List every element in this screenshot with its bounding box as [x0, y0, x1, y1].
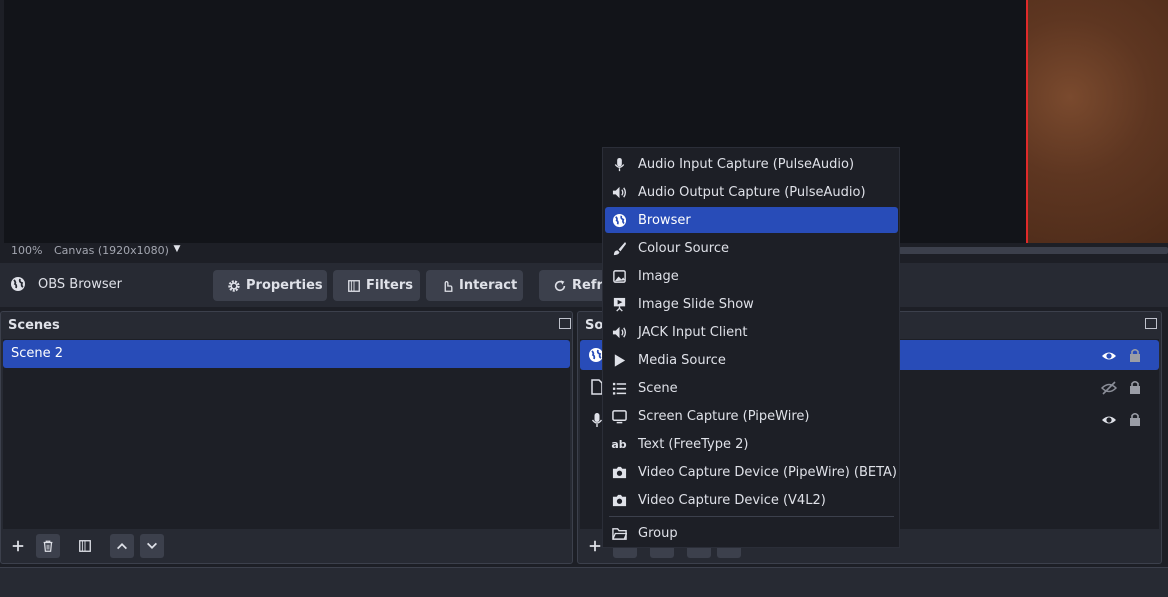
trash-icon	[43, 540, 53, 552]
move-scene-up-button[interactable]	[110, 534, 134, 558]
canvas-size-label: Canvas (1920x1080)	[54, 244, 169, 257]
filters-button[interactable]: Filters	[333, 270, 420, 301]
scene-filters-button[interactable]	[73, 534, 97, 558]
globe-icon	[10, 276, 26, 292]
status-bar	[0, 567, 1168, 597]
menu-item-label: JACK Input Client	[638, 325, 748, 340]
add-scene-button[interactable]	[6, 534, 30, 558]
speaker-icon	[611, 184, 627, 200]
remove-scene-button[interactable]	[36, 534, 60, 558]
menu-item-label: Scene	[638, 381, 678, 396]
selected-source-name: OBS Browser	[38, 277, 122, 292]
filter-icon	[79, 540, 91, 552]
menu-item-audio-input-capture[interactable]: Audio Input Capture (PulseAudio)	[605, 151, 898, 177]
scene-item-scene-2[interactable]: Scene 2	[3, 340, 570, 368]
menu-item-media-source[interactable]: Media Source	[605, 347, 898, 373]
preview-horizontal-scrollbar[interactable]	[899, 247, 1168, 254]
interact-button[interactable]: Interact	[426, 270, 523, 301]
scene-label: Scene 2	[11, 346, 64, 361]
scenes-dock: Scenes Scene 2	[0, 311, 573, 564]
globe-icon	[611, 212, 627, 228]
add-source-menu: Audio Input Capture (PulseAudio) Audio O…	[602, 147, 900, 548]
preview-status-bar: 100% Canvas (1920x1080) ▼	[4, 243, 1168, 260]
lock-icon[interactable]	[1127, 379, 1143, 399]
preview-source-image[interactable]	[1028, 0, 1168, 243]
source-context-toolbar: OBS Browser Properties Filters Interact …	[0, 263, 1168, 307]
menu-item-group[interactable]: Group	[605, 520, 898, 546]
chevron-down-icon[interactable]: ▼	[170, 244, 184, 258]
menu-item-image[interactable]: Image	[605, 263, 898, 289]
menu-item-text-freetype[interactable]: ab Text (FreeType 2)	[605, 431, 898, 457]
microphone-icon	[611, 156, 627, 172]
preview-left-edge	[0, 0, 4, 243]
undock-icon[interactable]	[559, 318, 571, 329]
visibility-eye-icon[interactable]	[1101, 348, 1117, 368]
visibility-eye-icon[interactable]	[1101, 412, 1117, 432]
lock-icon[interactable]	[1127, 411, 1143, 431]
hand-pointer-icon	[444, 280, 453, 292]
play-icon	[611, 352, 627, 368]
plus-icon	[12, 540, 24, 552]
properties-button[interactable]: Properties	[213, 270, 327, 301]
menu-item-label: Browser	[638, 213, 691, 228]
visibility-hidden-icon[interactable]	[1100, 380, 1118, 400]
menu-item-label: Image Slide Show	[638, 297, 754, 312]
properties-label: Properties	[246, 278, 323, 293]
preview-canvas[interactable]	[0, 0, 1168, 243]
plus-icon	[589, 540, 601, 552]
brush-icon	[611, 240, 627, 256]
menu-item-browser[interactable]: Browser	[605, 207, 898, 233]
menu-item-video-capture-v4l2[interactable]: Video Capture Device (V4L2)	[605, 487, 898, 513]
menu-item-label: Text (FreeType 2)	[638, 437, 749, 452]
menu-item-label: Video Capture Device (V4L2)	[638, 493, 826, 508]
menu-item-label: Screen Capture (PipeWire)	[638, 409, 810, 424]
scenes-title: Scenes	[8, 318, 60, 333]
menu-item-screen-capture[interactable]: Screen Capture (PipeWire)	[605, 403, 898, 429]
image-icon	[611, 268, 627, 284]
text-ab-icon: ab	[611, 437, 627, 451]
interact-label: Interact	[459, 278, 518, 293]
scenes-list: Scene 2	[3, 339, 570, 529]
camera-icon	[611, 464, 627, 480]
list-icon	[611, 380, 627, 396]
menu-item-label: Audio Input Capture (PulseAudio)	[638, 157, 855, 172]
menu-item-label: Group	[638, 526, 678, 541]
monitor-icon	[611, 408, 627, 424]
menu-separator	[609, 516, 894, 517]
menu-item-label: Video Capture Device (PipeWire) (BETA)	[638, 465, 897, 480]
menu-item-audio-output-capture[interactable]: Audio Output Capture (PulseAudio)	[605, 179, 898, 205]
gear-icon	[228, 279, 240, 292]
menu-item-label: Audio Output Capture (PulseAudio)	[638, 185, 866, 200]
refresh-icon	[554, 279, 566, 291]
slideshow-icon	[611, 296, 627, 312]
menu-item-scene[interactable]: Scene	[605, 375, 898, 401]
menu-item-video-capture-pipewire[interactable]: Video Capture Device (PipeWire) (BETA)	[605, 459, 898, 485]
zoom-level: 100%	[11, 244, 43, 257]
move-scene-down-button[interactable]	[140, 534, 164, 558]
menu-item-label: Media Source	[638, 353, 726, 368]
menu-item-label: Colour Source	[638, 241, 729, 256]
menu-item-image-slide-show[interactable]: Image Slide Show	[605, 291, 898, 317]
chevron-down-icon	[147, 542, 157, 549]
filters-label: Filters	[366, 278, 413, 293]
filter-icon	[348, 279, 360, 292]
lock-icon[interactable]	[1127, 347, 1143, 367]
menu-item-jack-input-client[interactable]: JACK Input Client	[605, 319, 898, 345]
undock-icon[interactable]	[1145, 318, 1157, 329]
speaker-icon	[611, 324, 627, 340]
menu-item-colour-source[interactable]: Colour Source	[605, 235, 898, 261]
menu-item-label: Image	[638, 269, 679, 284]
folder-icon	[611, 525, 627, 541]
obs-main-window: 100% Canvas (1920x1080) ▼ OBS Browser Pr…	[0, 0, 1168, 597]
chevron-up-icon	[117, 543, 127, 550]
camera-icon	[611, 492, 627, 508]
